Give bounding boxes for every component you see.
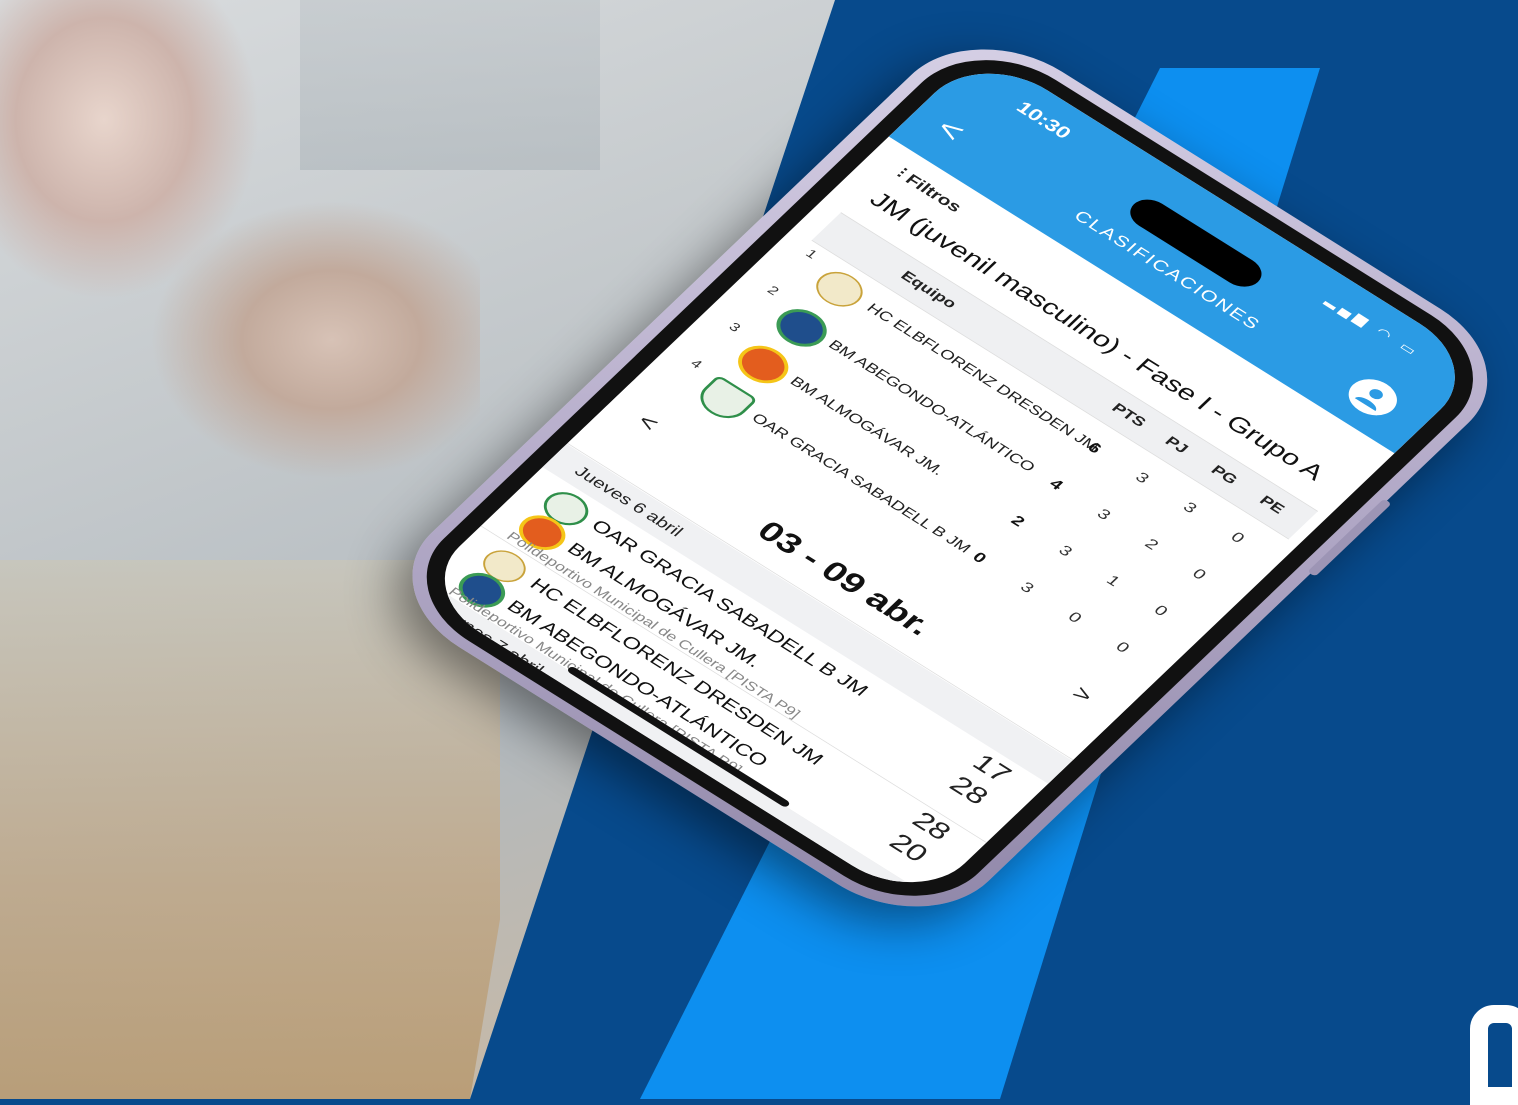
background-player-arm xyxy=(150,200,480,480)
row-pts: 2 xyxy=(1007,512,1029,530)
header-pe: PE xyxy=(1255,493,1288,517)
row-pts: 6 xyxy=(1083,439,1105,457)
row-pj: 3 xyxy=(1131,469,1153,487)
row-pe: 0 xyxy=(1188,565,1210,583)
row-position: 4 xyxy=(687,356,706,372)
row-pg: 1 xyxy=(1102,572,1124,590)
header-pj: PJ xyxy=(1161,433,1192,457)
header-pg: PG xyxy=(1207,462,1241,488)
row-pg: 2 xyxy=(1140,535,1162,553)
row-pj: 3 xyxy=(1054,542,1076,560)
background-court-floor xyxy=(0,560,500,1099)
row-pg: 0 xyxy=(1064,609,1086,627)
row-pts: 4 xyxy=(1045,476,1067,494)
header-pts: PTS xyxy=(1108,400,1150,431)
status-time: 10:30 xyxy=(1011,98,1076,143)
row-pe: 0 xyxy=(1150,602,1172,620)
background-detail xyxy=(300,0,600,170)
brand-logo xyxy=(1470,1005,1518,1105)
row-pj: 3 xyxy=(1093,506,1115,524)
row-pe: 0 xyxy=(1227,529,1248,547)
row-position: 2 xyxy=(764,283,783,298)
row-pe: 0 xyxy=(1111,639,1133,657)
row-position: 1 xyxy=(802,246,821,262)
row-pj: 3 xyxy=(1016,579,1038,597)
row-pts: 0 xyxy=(968,549,990,567)
row-pg: 3 xyxy=(1179,499,1201,517)
row-position: 3 xyxy=(725,319,744,335)
